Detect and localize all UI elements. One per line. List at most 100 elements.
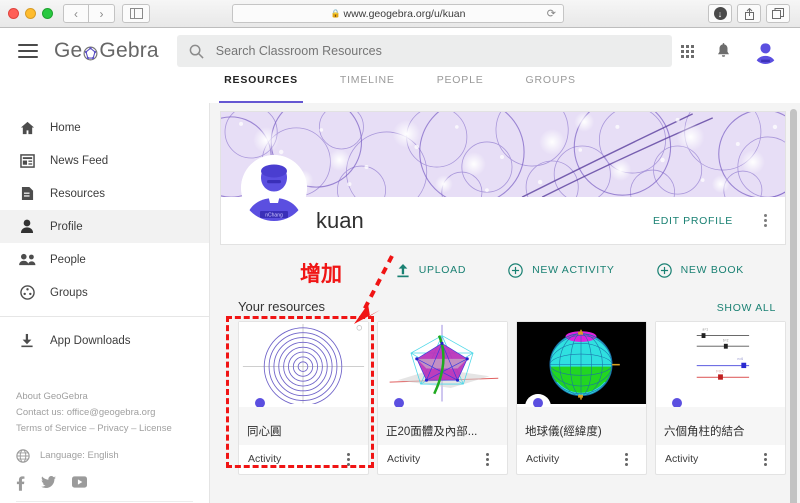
share-icon bbox=[744, 7, 754, 20]
back-button[interactable]: ‹ bbox=[63, 4, 89, 23]
language-label: Language: English bbox=[40, 450, 119, 461]
navigation-buttons[interactable]: ‹ › bbox=[63, 4, 115, 23]
tab-timeline[interactable]: TIMELINE bbox=[340, 74, 395, 103]
maximize-window-button[interactable] bbox=[42, 8, 53, 19]
reload-button[interactable]: ⟳ bbox=[547, 7, 556, 20]
sidebar-toggle-button[interactable] bbox=[122, 4, 150, 23]
page-body: Home News Feed Resources Profile People … bbox=[0, 103, 800, 503]
card-kebab-menu[interactable] bbox=[486, 451, 489, 468]
new-activity-button[interactable]: NEW ACTIVITY bbox=[508, 262, 615, 278]
user-avatar[interactable] bbox=[753, 38, 778, 64]
profile-kebab-menu[interactable] bbox=[764, 212, 767, 229]
tab-people[interactable]: PEOPLE bbox=[437, 74, 484, 103]
svg-text:a=1: a=1 bbox=[703, 328, 709, 332]
sidebar-item-news-feed[interactable]: News Feed bbox=[0, 144, 209, 177]
logo-text-pre: Ge bbox=[54, 39, 83, 62]
people-icon bbox=[18, 253, 36, 266]
card-footer: Activity bbox=[239, 445, 368, 474]
profile-tabs: RESOURCES TIMELINE PEOPLE GROUPS bbox=[0, 74, 800, 103]
sidebar-item-home[interactable]: Home bbox=[0, 111, 209, 144]
upload-button[interactable]: UPLOAD bbox=[396, 263, 466, 278]
legal-links[interactable]: Terms of Service – Privacy – License bbox=[16, 421, 193, 437]
page-scrollbar[interactable] bbox=[790, 109, 797, 503]
geogebra-logo[interactable]: Ge Gebra bbox=[54, 39, 159, 63]
card-kebab-menu[interactable] bbox=[764, 451, 767, 468]
facebook-icon[interactable] bbox=[16, 476, 25, 491]
card-title: 地球儀(經緯度) bbox=[525, 426, 602, 438]
avatar-image bbox=[753, 38, 778, 64]
upload-icon bbox=[397, 263, 409, 277]
card-thumbnail bbox=[517, 322, 646, 407]
sidebar-label-groups: Groups bbox=[50, 286, 88, 299]
sidebar-item-groups[interactable]: Groups bbox=[0, 276, 209, 309]
person-icon bbox=[18, 219, 36, 234]
svg-text:b=2: b=2 bbox=[723, 338, 729, 342]
svg-text:nChang: nChang bbox=[265, 213, 283, 219]
card-body: 正20面體及內部... bbox=[378, 407, 507, 445]
tabs-overview-button[interactable] bbox=[766, 4, 790, 23]
share-button[interactable] bbox=[737, 4, 761, 23]
home-icon bbox=[18, 121, 36, 135]
card-footer: Activity bbox=[378, 445, 507, 474]
resource-card[interactable]: 正20面體及內部... Activity bbox=[377, 321, 508, 475]
forward-button[interactable]: › bbox=[89, 4, 115, 23]
show-all-button[interactable]: SHOW ALL bbox=[717, 302, 776, 314]
close-window-button[interactable] bbox=[8, 8, 19, 19]
sliders-thumbnail: a=1 b=2 n=6 t=0.5 bbox=[656, 322, 785, 405]
card-thumbnail bbox=[239, 322, 368, 407]
card-kebab-menu[interactable] bbox=[625, 451, 628, 468]
app-header: Ge Gebra bbox=[0, 28, 800, 74]
sidebar-item-profile[interactable]: Profile bbox=[0, 210, 209, 243]
svg-text:t=0.5: t=0.5 bbox=[716, 369, 724, 373]
tab-groups[interactable]: GROUPS bbox=[526, 74, 576, 103]
profile-avatar[interactable]: nChang bbox=[241, 155, 307, 221]
downloads-button[interactable]: ↓ bbox=[708, 4, 732, 23]
new-book-label: NEW BOOK bbox=[680, 264, 744, 276]
sidebar-label-resources: Resources bbox=[50, 187, 105, 200]
globe-icon bbox=[16, 449, 30, 463]
url-text: www.geogebra.org/u/kuan bbox=[343, 7, 466, 20]
browser-actions: ↓ bbox=[708, 4, 790, 23]
resource-actions: UPLOAD NEW ACTIVITY NEW BOOK bbox=[220, 245, 786, 295]
about-link[interactable]: About GeoGebra bbox=[16, 389, 193, 405]
header-actions bbox=[681, 38, 778, 64]
geogebra-polygon-icon bbox=[83, 46, 98, 60]
resource-card[interactable]: 地球儀(經緯度) Activity bbox=[516, 321, 647, 475]
sidebar-label-home: Home bbox=[50, 121, 81, 134]
card-type-label: Activity bbox=[387, 453, 421, 465]
minimize-window-button[interactable] bbox=[25, 8, 36, 19]
card-type-label: Activity bbox=[526, 453, 560, 465]
new-book-button[interactable]: NEW BOOK bbox=[656, 262, 744, 278]
social-links bbox=[16, 476, 193, 502]
language-selector[interactable]: Language: English bbox=[16, 448, 193, 464]
search-input[interactable] bbox=[215, 44, 660, 58]
profile-card: nChang kuan EDIT PROFILE bbox=[220, 111, 786, 245]
address-bar[interactable]: 🔒 www.geogebra.org/u/kuan ⟳ bbox=[232, 4, 564, 23]
card-body: 同心圓 bbox=[239, 407, 368, 445]
youtube-icon[interactable] bbox=[72, 476, 87, 488]
profile-info-strip: nChang kuan EDIT PROFILE bbox=[221, 155, 785, 244]
apps-grid-icon[interactable] bbox=[681, 44, 694, 58]
globe-thumbnail bbox=[517, 322, 646, 405]
card-footer: Activity bbox=[656, 445, 785, 474]
window-controls[interactable] bbox=[8, 8, 53, 19]
contact-text[interactable]: Contact us: office@geogebra.org bbox=[16, 405, 193, 421]
tab-resources[interactable]: RESOURCES bbox=[219, 74, 303, 103]
sidebar-label-news-feed: News Feed bbox=[50, 154, 109, 167]
edit-profile-button[interactable]: EDIT PROFILE bbox=[653, 215, 733, 227]
twitter-icon[interactable] bbox=[41, 476, 56, 489]
resources-header: Your resources SHOW ALL bbox=[220, 295, 786, 321]
sidebar-divider bbox=[0, 316, 209, 317]
sidebar-item-people[interactable]: People bbox=[0, 243, 209, 276]
notification-bell-icon[interactable] bbox=[716, 42, 731, 60]
resources-heading: Your resources bbox=[238, 299, 325, 314]
sidebar-item-app-downloads[interactable]: App Downloads bbox=[0, 324, 209, 357]
card-type-label: Activity bbox=[665, 453, 699, 465]
card-kebab-menu[interactable] bbox=[347, 451, 350, 468]
search-container[interactable] bbox=[176, 35, 672, 67]
sidebar-label-app-downloads: App Downloads bbox=[50, 334, 131, 347]
hamburger-icon[interactable] bbox=[18, 40, 38, 62]
resource-card[interactable]: a=1 b=2 n=6 t=0.5 六個角柱的結合 Activity bbox=[655, 321, 786, 475]
sidebar-item-resources[interactable]: Resources bbox=[0, 177, 209, 210]
resource-card[interactable]: 同心圓 Activity bbox=[238, 321, 369, 475]
